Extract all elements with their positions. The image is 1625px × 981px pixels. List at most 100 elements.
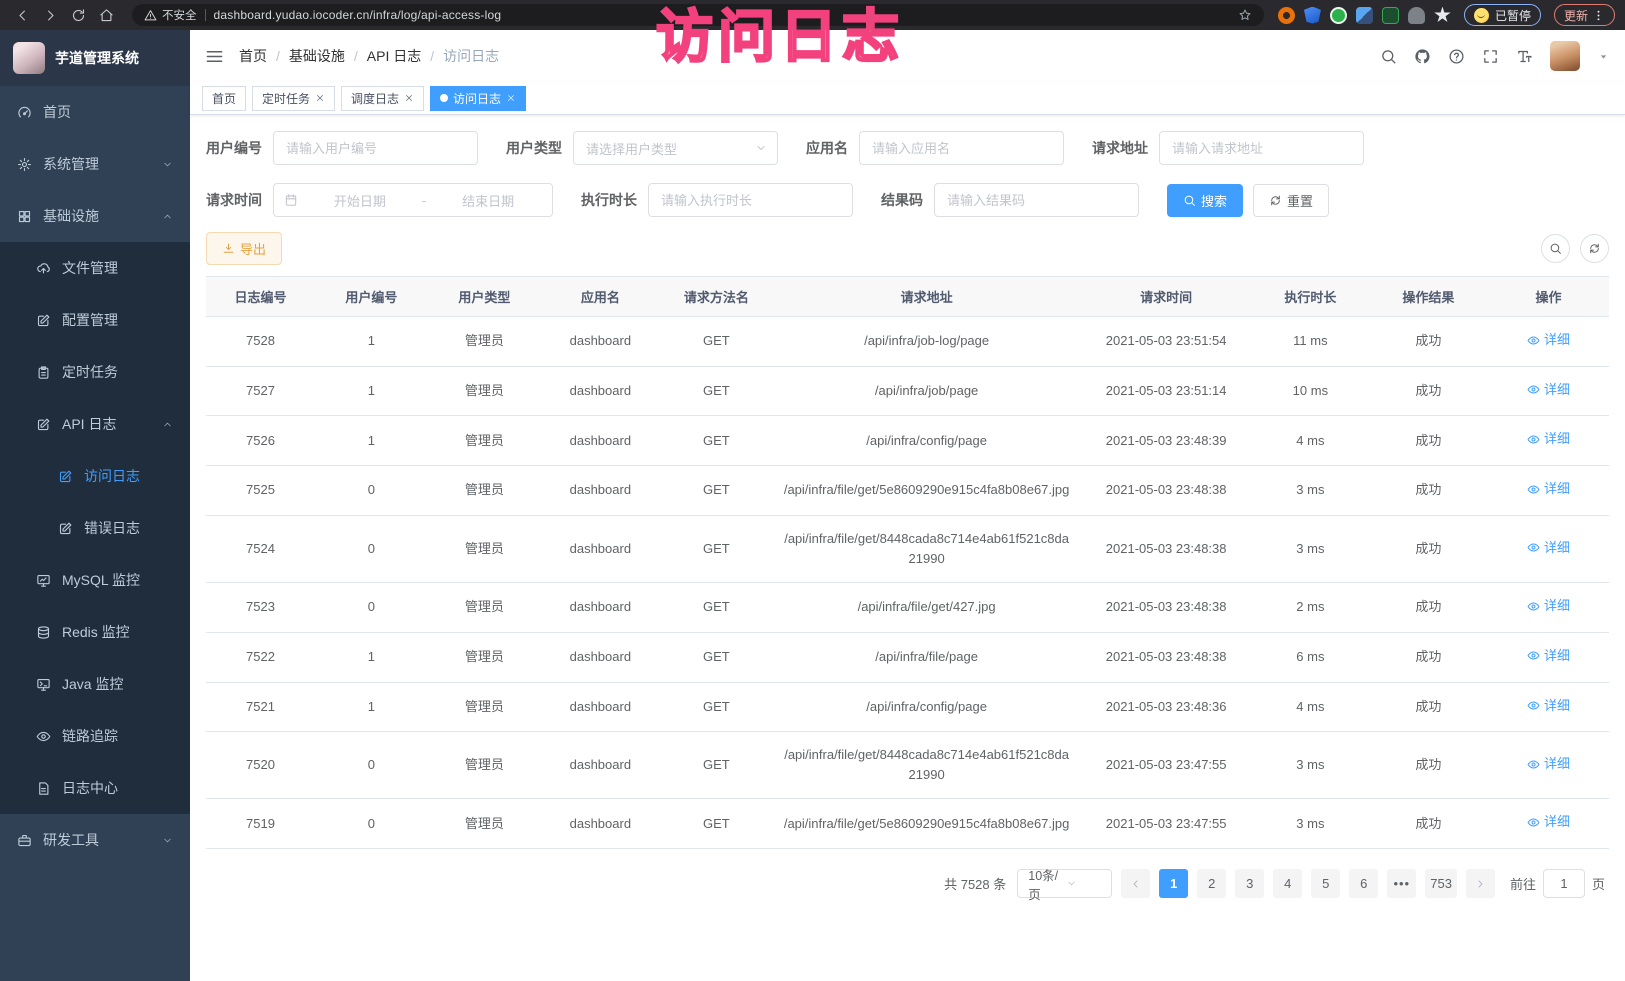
request-url-input[interactable] — [1159, 131, 1364, 165]
pager-ellipsis[interactable]: ••• — [1387, 869, 1416, 898]
user-id-input[interactable] — [273, 131, 478, 165]
hamburger-icon[interactable] — [205, 47, 224, 66]
font-size-icon[interactable] — [1516, 48, 1533, 65]
duration-input[interactable] — [648, 183, 853, 217]
sidebar-item-tracer[interactable]: 链路追踪 — [0, 710, 190, 762]
extension-icon[interactable] — [1434, 7, 1451, 24]
page-button[interactable]: 5 — [1311, 869, 1340, 898]
next-page-button[interactable] — [1466, 869, 1495, 898]
sidebar-item-dev-tools[interactable]: 研发工具 — [0, 814, 190, 866]
search-button[interactable]: 搜索 — [1167, 184, 1243, 217]
cell-method: GET — [660, 515, 773, 582]
tab-job[interactable]: 定时任务 — [252, 86, 335, 111]
sidebar-item-error-log[interactable]: 错误日志 — [0, 502, 190, 554]
export-button[interactable]: 导出 — [206, 232, 282, 265]
detail-link[interactable]: 详细 — [1527, 479, 1570, 499]
goto-page-input[interactable] — [1543, 869, 1585, 898]
forward-icon[interactable] — [38, 3, 62, 27]
detail-link[interactable]: 详细 — [1527, 646, 1570, 666]
detail-link[interactable]: 详细 — [1527, 330, 1570, 350]
start-date-placeholder: 开始日期 — [306, 191, 414, 210]
detail-link[interactable]: 详细 — [1527, 380, 1570, 400]
page-button[interactable]: 3 — [1235, 869, 1264, 898]
sidebar-item-log-center[interactable]: 日志中心 — [0, 762, 190, 814]
back-icon[interactable] — [10, 3, 34, 27]
sidebar-item-job[interactable]: 定时任务 — [0, 346, 190, 398]
page-size-select[interactable]: 10条/页 — [1017, 869, 1112, 898]
reload-icon[interactable] — [66, 3, 90, 27]
result-code-input[interactable] — [934, 183, 1139, 217]
profile-paused-badge[interactable]: 已暂停 — [1464, 4, 1541, 26]
search-label: 搜索 — [1201, 191, 1227, 210]
user-type-select[interactable]: 请选择用户类型 — [573, 131, 778, 165]
column-header: 操作结果 — [1369, 277, 1488, 317]
home-icon[interactable] — [94, 3, 118, 27]
field-label: 请求地址 — [1092, 138, 1148, 158]
reset-button[interactable]: 重置 — [1253, 184, 1329, 217]
detail-link[interactable]: 详细 — [1527, 538, 1570, 558]
navbar: 首页/基础设施/API 日志/访问日志 — [190, 30, 1625, 82]
chevron-left-icon — [1130, 878, 1142, 890]
extension-icon[interactable] — [1408, 7, 1425, 24]
sidebar-item-infra[interactable]: 基础设施 — [0, 190, 190, 242]
date-range-picker[interactable]: 开始日期 - 结束日期 — [273, 183, 553, 217]
tab-access-log[interactable]: 访问日志 — [430, 86, 526, 111]
close-icon[interactable] — [506, 93, 516, 103]
github-icon[interactable] — [1414, 48, 1431, 65]
help-icon[interactable] — [1448, 48, 1465, 65]
sidebar-item-file[interactable]: 文件管理 — [0, 242, 190, 294]
cell-duration: 11 ms — [1252, 317, 1369, 367]
update-button[interactable]: 更新 — [1554, 4, 1615, 26]
refresh-table-button[interactable] — [1580, 234, 1609, 263]
extension-icon[interactable] — [1330, 7, 1347, 24]
cell-user-id: 1 — [315, 366, 428, 416]
prev-page-button[interactable] — [1121, 869, 1150, 898]
fullscreen-icon[interactable] — [1482, 48, 1499, 65]
page-button-active[interactable]: 1 — [1159, 869, 1188, 898]
sidebar-item-config[interactable]: 配置管理 — [0, 294, 190, 346]
user-avatar[interactable] — [1550, 41, 1580, 71]
sidebar-item-home[interactable]: 首页 — [0, 86, 190, 138]
kebab-menu-icon[interactable] — [1592, 9, 1605, 22]
detail-link[interactable]: 详细 — [1527, 429, 1570, 449]
page-button[interactable]: 2 — [1197, 869, 1226, 898]
security-chip[interactable]: 不安全 — [144, 7, 197, 23]
cell-result: 成功 — [1369, 515, 1488, 582]
detail-link[interactable]: 详细 — [1527, 596, 1570, 616]
cell-request-time: 2021-05-03 23:48:36 — [1080, 682, 1251, 732]
caret-down-icon[interactable] — [1597, 50, 1610, 63]
search-icon[interactable] — [1380, 48, 1397, 65]
bookmark-star-icon[interactable] — [1238, 8, 1252, 22]
extension-icon[interactable] — [1304, 7, 1321, 24]
extension-icon[interactable] — [1382, 7, 1399, 24]
close-icon[interactable] — [315, 93, 325, 103]
close-icon[interactable] — [404, 93, 414, 103]
detail-link[interactable]: 详细 — [1527, 754, 1570, 774]
breadcrumb-item[interactable]: 基础设施 — [289, 46, 345, 66]
cell-user-type: 管理员 — [428, 317, 541, 367]
sidebar-item-access-log[interactable]: 访问日志 — [0, 450, 190, 502]
extension-icon[interactable] — [1278, 7, 1295, 24]
detail-link[interactable]: 详细 — [1527, 696, 1570, 716]
sidebar-item-mysql[interactable]: MySQL 监控 — [0, 554, 190, 606]
page-button[interactable]: 4 — [1273, 869, 1302, 898]
field-label: 执行时长 — [581, 190, 637, 210]
sidebar-item-system[interactable]: 系统管理 — [0, 138, 190, 190]
sidebar-item-java[interactable]: Java 监控 — [0, 658, 190, 710]
sidebar-item-redis[interactable]: Redis 监控 — [0, 606, 190, 658]
extension-icon[interactable] — [1356, 7, 1373, 24]
app-logo[interactable]: 芋道管理系统 — [0, 30, 190, 86]
tab-home[interactable]: 首页 — [202, 86, 246, 111]
sidebar-item-api-log[interactable]: API 日志 — [0, 398, 190, 450]
page-button[interactable]: 753 — [1425, 869, 1457, 898]
breadcrumb-item[interactable]: API 日志 — [367, 46, 421, 66]
breadcrumb-item[interactable]: 首页 — [239, 46, 267, 66]
table-toolbar: 导出 — [206, 232, 1609, 265]
toggle-search-button[interactable] — [1541, 234, 1570, 263]
detail-link[interactable]: 详细 — [1527, 812, 1570, 832]
address-bar[interactable]: 不安全 dashboard.yudao.iocoder.cn/infra/log… — [132, 4, 1264, 26]
tab-job-log[interactable]: 调度日志 — [341, 86, 424, 111]
sidebar-item-label: MySQL 监控 — [62, 570, 140, 590]
page-button[interactable]: 6 — [1349, 869, 1378, 898]
app-name-input[interactable] — [859, 131, 1064, 165]
